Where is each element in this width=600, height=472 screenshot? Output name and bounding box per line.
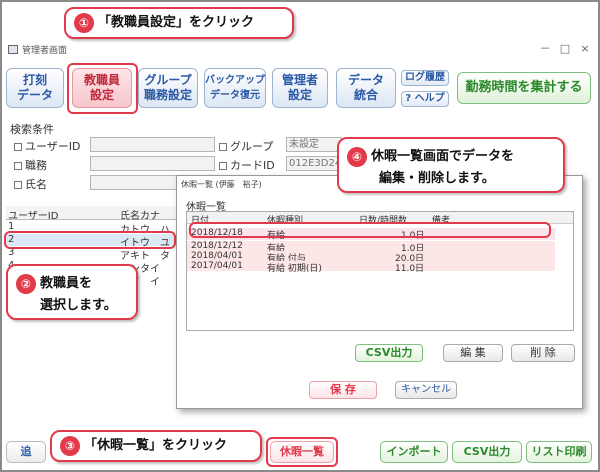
name-checkbox[interactable]: 氏名	[14, 176, 47, 192]
add-button[interactable]: 追	[6, 441, 46, 463]
table-row[interactable]: 2018/04/01 有給 付与 20.0日	[187, 251, 555, 264]
list-print-button[interactable]: リスト印刷	[526, 441, 592, 463]
highlight-vacation-button	[266, 437, 338, 467]
user-id-checkbox[interactable]: ユーザーID	[14, 138, 81, 154]
card-id-checkbox[interactable]: カードID	[219, 157, 275, 173]
callout-4: ④ 休暇一覧画面でデータを 編集・削除します。	[337, 137, 565, 193]
csv-output-button[interactable]: CSV出力	[452, 441, 522, 463]
edit-button[interactable]: 編 集	[443, 344, 503, 362]
title-bar: 管理者画面 － □ ×	[2, 40, 598, 60]
card-id-input[interactable]: 012E3D24	[286, 156, 342, 171]
admin-settings-button[interactable]: 管理者 設定	[272, 68, 328, 108]
name-input[interactable]	[90, 175, 180, 190]
callout-1: ① 「教職員設定」をクリック	[64, 7, 294, 39]
group-duty-button[interactable]: グループ 職務設定	[138, 68, 198, 108]
close-icon[interactable]: ×	[578, 42, 592, 56]
highlight-selected-row	[4, 231, 176, 249]
maximize-icon[interactable]: □	[558, 42, 572, 56]
group-input[interactable]: 未設定	[286, 137, 342, 152]
aggregate-hours-button[interactable]: 勤務時間を集計する	[457, 72, 591, 104]
delete-button[interactable]: 削 除	[511, 344, 575, 362]
save-button[interactable]: 保 存	[309, 381, 377, 399]
cancel-button[interactable]: キャンセル	[395, 381, 457, 399]
staff-list-header: ユーザーID 氏名カナ	[6, 206, 176, 222]
callout-3: ③ 「休暇一覧」をクリック	[50, 430, 262, 462]
help-button[interactable]: ? ヘルプ	[401, 91, 449, 107]
vacation-dialog: 休暇一覧 (伊藤 裕子) 休暇一覧 日付 休暇種別 日数/時間数 備考 2018…	[176, 175, 583, 409]
callout-2: ② 教職員を 選択します。	[6, 264, 138, 320]
duty-checkbox[interactable]: 職務	[14, 157, 47, 173]
minimize-icon[interactable]: －	[538, 42, 552, 56]
group-checkbox[interactable]: グループ	[219, 138, 273, 154]
dialog-title: 休暇一覧 (伊藤 裕子)	[181, 180, 262, 189]
log-history-button[interactable]: ログ履歴	[401, 70, 449, 86]
highlight-vacation-row	[189, 222, 551, 238]
backup-restore-button[interactable]: バックアップ データ復元	[204, 68, 266, 108]
app-icon	[8, 45, 18, 54]
duty-input[interactable]	[90, 156, 215, 171]
highlight-staff-settings	[67, 63, 138, 114]
user-id-input[interactable]	[90, 137, 215, 152]
import-button[interactable]: インポート	[380, 441, 448, 463]
col-user-id: ユーザーID	[8, 211, 59, 222]
dialog-csv-button[interactable]: CSV出力	[355, 344, 423, 362]
table-row[interactable]: 2018/12/12 有給 1.0日	[187, 241, 555, 254]
data-merge-button[interactable]: データ 統合	[336, 68, 396, 108]
table-row[interactable]: 2017/04/01 有給 初期(日) 11.0日	[187, 261, 555, 274]
window-title: 管理者画面	[22, 46, 68, 56]
search-group-title: 検索条件	[10, 123, 54, 136]
col-name-kana: 氏名カナ	[120, 211, 160, 222]
punch-data-button[interactable]: 打刻 データ	[6, 68, 64, 108]
